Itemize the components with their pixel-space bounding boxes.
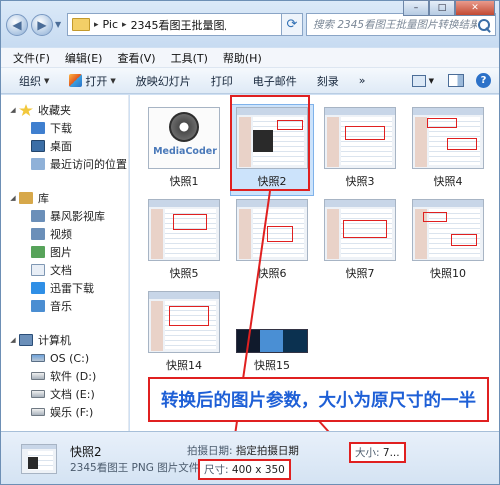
- screenshot-bar: [22, 445, 56, 449]
- date-value: 指定拍摄日期: [235, 445, 299, 457]
- callout-text: 转换后的图片参数，大小为原尺寸的一半: [161, 391, 476, 411]
- details-file-type: 2345看图王 PNG 图片文件: [70, 462, 200, 474]
- details-file-name: 快照2: [70, 445, 102, 459]
- details-pane: 快照2 2345看图王 PNG 图片文件 拍摄日期: 指定拍摄日期 尺寸: 40…: [1, 431, 499, 484]
- details-thumbnail: [21, 444, 57, 474]
- screenshot-image: [28, 457, 38, 469]
- size-value: 7...: [382, 447, 400, 459]
- annotation-callout: 转换后的图片参数，大小为原尺寸的一半: [148, 377, 489, 422]
- dimensions-label: 尺寸:: [204, 464, 229, 476]
- details-dimensions: 尺寸: 400 x 350: [198, 459, 291, 480]
- size-label: 大小:: [355, 447, 380, 459]
- dimensions-value: 400 x 350: [231, 464, 285, 476]
- explorer-window: ◀ ▶ ▼ ▸ Pic ▸ 2345看图王批量图片转... ▼ ⟳ 搜索 234…: [0, 0, 500, 485]
- details-file-size: 大小: 7...: [349, 442, 406, 463]
- details-date-taken[interactable]: 拍摄日期: 指定拍摄日期: [187, 443, 299, 458]
- date-label: 拍摄日期:: [187, 445, 233, 457]
